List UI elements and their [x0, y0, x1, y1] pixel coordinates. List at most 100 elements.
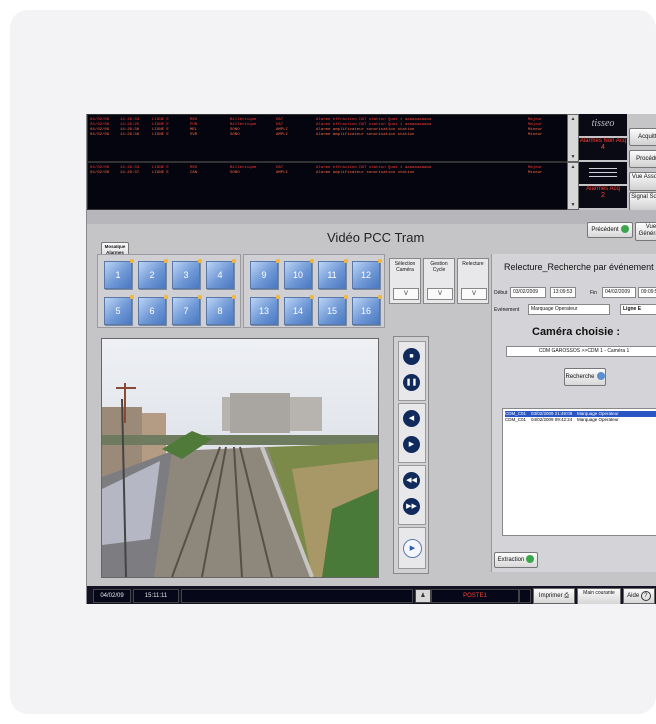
back-arrow-icon: [620, 225, 629, 234]
alarm-row[interactable]: 04/02/09 14:29:36 LIGNE E SVR SONO AMPLI Alarm…: [90, 133, 566, 138]
alarm-cell: LIGNE E: [152, 171, 169, 175]
camera-button-11[interactable]: 11: [318, 259, 348, 289]
imprimer-button[interactable]: Imprimer ⎙: [533, 588, 575, 604]
tisseo-logo: tisseo: [579, 114, 627, 136]
alarm-list-acknowledged[interactable]: 04/02/09 14:29:33 LIGNE E MXO Billettique DAT…: [87, 162, 569, 210]
chevron-down-icon[interactable]: V: [393, 288, 419, 300]
fin-time-field[interactable]: 09:09:53: [638, 287, 656, 298]
fast-forward-icon[interactable]: ▶▶: [403, 498, 420, 515]
aide-button[interactable]: Aide ?: [623, 588, 655, 604]
gestion-cycle-label: Gestion Cycle: [430, 261, 448, 273]
camera-button-15[interactable]: 15: [318, 295, 348, 325]
camera-group-1: 1234 5678: [97, 254, 241, 328]
help-icon: ?: [640, 591, 651, 601]
camera-button-9[interactable]: 9: [250, 259, 280, 289]
alarm-cell: CAN: [190, 171, 198, 175]
status-user: POSTE1: [431, 589, 519, 603]
alarm-cell: Mineur: [528, 171, 543, 175]
alarm-list-unacknowledged[interactable]: 04/02/09 14:29:33 LIGNE E MXO Billettique DAT…: [87, 114, 569, 162]
chevron-down-icon[interactable]: V: [427, 288, 453, 300]
debut-label: Début: [494, 290, 508, 296]
evenement-select[interactable]: Marquage Operateur: [528, 304, 610, 315]
camera-button-1[interactable]: 1: [104, 259, 134, 289]
debut-date-field[interactable]: 03/02/2009: [510, 287, 546, 298]
result-row[interactable]: CDM_C01 04/02/2009 09:42:24 Marquage Opera…: [505, 417, 656, 423]
play-icon[interactable]: ▶: [403, 539, 422, 558]
procedure-button[interactable]: Procédure: [629, 150, 656, 168]
relecture-title: Relecture_Recherche par événement: [504, 262, 654, 272]
camera-button-8[interactable]: 8: [206, 295, 236, 325]
rewind-icon[interactable]: ◀◀: [403, 472, 420, 489]
chevron-down-icon[interactable]: V: [461, 288, 487, 300]
camera-button-4[interactable]: 4: [206, 259, 236, 289]
step-forward-icon[interactable]: ▶: [403, 436, 420, 453]
camera-button-16[interactable]: 16: [352, 295, 382, 325]
pause-icon[interactable]: ❚❚: [403, 374, 420, 391]
step-back-icon[interactable]: ◀: [403, 410, 420, 427]
alarms-non-acq-count: 4: [601, 144, 605, 151]
vue-generale-button[interactable]: Vue Générale: [635, 222, 656, 241]
scroll-down-icon[interactable]: ▼: [569, 154, 577, 160]
ligne-select[interactable]: Ligne E: [620, 304, 656, 315]
alarms-acq-counter[interactable]: Alarmes Acq 2: [579, 186, 627, 208]
playback-group-stop-pause: ■ ❚❚: [398, 341, 426, 401]
extraction-button[interactable]: Extraction: [494, 552, 538, 568]
camera-button-5[interactable]: 5: [104, 295, 134, 325]
relecture-panel: Relecture_Recherche par événement Début …: [491, 254, 656, 572]
alarm-cell: SVR: [190, 133, 198, 137]
camera-button-2[interactable]: 2: [138, 259, 168, 289]
gestion-cycle-control[interactable]: Gestion Cycle V: [423, 258, 455, 304]
relecture-label: Relecture: [462, 261, 484, 267]
status-bar: 04/02/09 15:11:11 ♟ POSTE1 Imprimer ⎙ Ma…: [87, 586, 656, 604]
camera-choisie-title: Caméra choisie :: [532, 326, 621, 338]
card-frame: 04/02/09 14:29:33 LIGNE E MXO Billettique DAT…: [10, 10, 656, 714]
user-icon: ♟: [415, 589, 431, 603]
alarm-cell: Alarme amplificateur sonorisation statio…: [316, 133, 415, 137]
alarm-lines-icon: [579, 162, 627, 184]
camera-button-12[interactable]: 12: [352, 259, 382, 289]
results-list[interactable]: CDM_C01 03/02/2009 21:49:09 Marquage Opera…: [502, 408, 656, 536]
precedent-button[interactable]: Précédent: [587, 222, 633, 238]
alarm-cell: 14:29:37: [120, 171, 140, 175]
scroll-down-icon[interactable]: ▼: [569, 202, 577, 208]
aide-label: Aide: [627, 593, 640, 599]
playback-controls: ■ ❚❚ ◀ ▶ ◀◀ ▶▶ ▶: [393, 336, 429, 574]
signal-sonore-button[interactable]: Signal Sonore: [629, 192, 656, 211]
status-message: [181, 589, 413, 603]
recherche-button[interactable]: Recherche: [564, 368, 606, 386]
selection-camera-control[interactable]: Sélection Caméra V: [389, 258, 421, 304]
extraction-label: Extraction: [497, 557, 525, 563]
extraction-icon: [526, 555, 535, 564]
precedent-label: Précédent: [591, 227, 619, 233]
fin-label: Fin: [590, 290, 597, 296]
vue-associee-button[interactable]: Vue Associée: [629, 172, 656, 191]
alarms-non-acq-counter[interactable]: Alarmes Non Acq 4: [579, 138, 627, 160]
page-title: Vidéo PCC Tram: [327, 230, 425, 245]
playback-group-seek: ◀◀ ▶▶: [398, 465, 426, 525]
fin-date-field[interactable]: 04/02/2009: [602, 287, 636, 298]
camera-button-13[interactable]: 13: [250, 295, 280, 325]
camera-button-6[interactable]: 6: [138, 295, 168, 325]
imprimer-label: Imprimer: [538, 593, 563, 599]
scroll-up-icon[interactable]: ▲: [569, 116, 577, 122]
camera-button-7[interactable]: 7: [172, 295, 202, 325]
result-cell: 04/02/2009 09:42:24: [531, 417, 573, 422]
alarm-cell: AMPLI: [276, 133, 289, 137]
alarm-cell: 04/02/09: [90, 133, 110, 137]
camera-button-10[interactable]: 10: [284, 259, 314, 289]
stop-icon[interactable]: ■: [403, 348, 420, 365]
camera-video-feed[interactable]: [101, 338, 379, 578]
playback-group-step: ◀ ▶: [398, 403, 426, 463]
acquitter-button[interactable]: Acquitter: [629, 128, 656, 146]
alarm-scrollbar-bottom[interactable]: ▲ ▼: [567, 162, 579, 210]
result-cell: Marquage Operateur: [577, 417, 619, 422]
camera-button-3[interactable]: 3: [172, 259, 202, 289]
camera-button-14[interactable]: 14: [284, 295, 314, 325]
alarm-row[interactable]: 04/02/09 14:29:37 LIGNE E CAN SONO AMPLI Alarm…: [90, 171, 566, 176]
main-courante-button[interactable]: Main courante: [577, 588, 621, 604]
relecture-control[interactable]: Relecture V: [457, 258, 489, 304]
scroll-up-icon[interactable]: ▲: [569, 164, 577, 170]
alarm-cell: LIGNE E: [152, 133, 169, 137]
debut-time-field[interactable]: 13:09:53: [550, 287, 576, 298]
alarm-scrollbar-top[interactable]: ▲ ▼: [567, 114, 579, 162]
